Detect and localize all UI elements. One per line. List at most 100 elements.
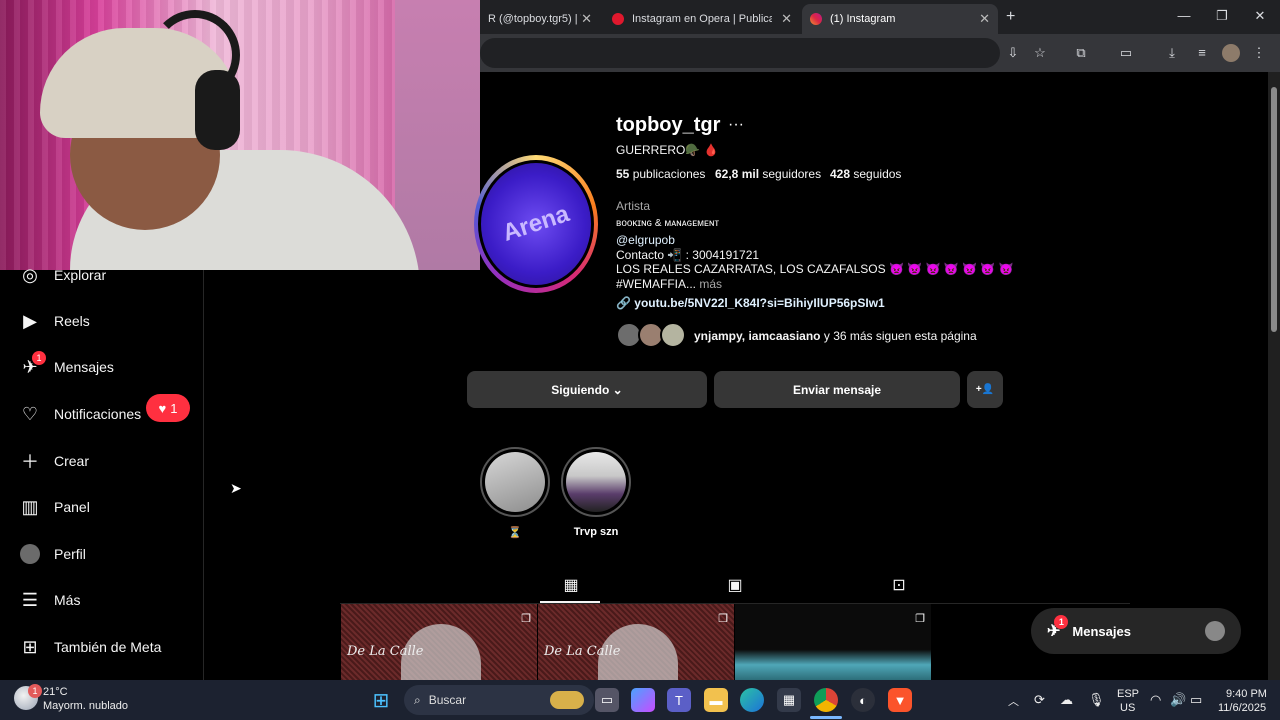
language-bottom[interactable]: US <box>1120 702 1135 714</box>
sidebar-item-label: Mensajes <box>54 359 114 375</box>
taskbar-search[interactable]: ⌕ Buscar <box>404 685 594 715</box>
avatar-text: Arena <box>499 200 573 247</box>
weather-temp[interactable]: 21°C <box>43 686 68 698</box>
highlight-item[interactable] <box>480 447 550 517</box>
address-bar[interactable] <box>480 38 1000 68</box>
close-tab-icon[interactable]: ✕ <box>581 11 592 27</box>
clock-time[interactable]: 9:40 PM <box>1226 688 1267 700</box>
tab-title: R (@topboy.tgr5) | T <box>488 13 582 25</box>
file-explorer-icon[interactable]: ▬ <box>704 688 728 712</box>
wifi-icon[interactable]: ◠ <box>1150 692 1161 708</box>
grid-post[interactable]: De La Calle ❐ <box>341 604 537 680</box>
notification-pill[interactable]: ♥ 1 <box>146 394 190 422</box>
sidebar-item-perfil[interactable]: Perfil <box>18 539 86 569</box>
following-button[interactable]: Siguiendo ⌄ <box>467 371 707 408</box>
heart-icon: ♡ <box>21 403 39 424</box>
grid-post[interactable]: ❐ <box>735 604 931 680</box>
sidebar-item-label: Más <box>54 592 81 608</box>
copilot-icon[interactable] <box>631 688 655 712</box>
task-view-icon[interactable]: ▭ <box>595 688 619 712</box>
store-icon[interactable]: ▦ <box>777 688 801 712</box>
plus-icon: ＋ <box>21 452 39 472</box>
edge-icon[interactable] <box>740 688 764 712</box>
posts-grid-tab-icon[interactable]: ▦ <box>561 575 581 595</box>
highlight-label: Trvp szn <box>573 526 619 538</box>
sidebar-item-label: Perfil <box>54 546 86 562</box>
sync-icon[interactable]: ⟳ <box>1034 692 1045 708</box>
sidebar-item-label: Panel <box>54 499 90 515</box>
bio-line: #WEMAFFIA... más <box>616 277 723 291</box>
bookmark-star-icon[interactable]: ☆ <box>1031 44 1049 62</box>
battery-icon[interactable]: ▭ <box>1190 692 1202 708</box>
sidebar-item-mensajes[interactable]: ✈ 1 Mensajes <box>18 351 114 382</box>
brave-icon[interactable]: ▼ <box>888 688 912 712</box>
display-name: GUERRERO🪖 🩸 <box>616 143 719 157</box>
tab-title: (1) Instagram <box>830 13 896 25</box>
grid-post[interactable]: De La Calle ❐ <box>538 604 734 680</box>
teams-icon[interactable]: T <box>667 688 691 712</box>
windows-start-icon[interactable]: ⊞ <box>369 688 393 712</box>
sidepanel-icon[interactable]: ▭ <box>1117 44 1135 62</box>
language-top[interactable]: ESP <box>1117 688 1139 700</box>
posts-count: 55 publicaciones <box>616 167 706 181</box>
unread-badge: 1 <box>1054 615 1069 629</box>
chevron-down-icon: ⌄ <box>612 382 623 397</box>
sidebar-item-notificaciones[interactable]: ♡ Notificaciones <box>18 399 141 429</box>
chevron-up-icon[interactable]: ︿ <box>1008 693 1019 709</box>
avatar-icon <box>18 542 42 566</box>
browser-tab[interactable]: Instagram en Opera | Publicar, ✕ <box>604 4 800 34</box>
sidebar-item-label: Notificaciones <box>54 406 142 422</box>
download-icon[interactable]: ⤓ <box>1163 44 1181 62</box>
install-app-icon[interactable]: ⇩ <box>1004 44 1022 62</box>
page-scrollbar[interactable] <box>1268 72 1280 680</box>
followed-by-text[interactable]: ynjampy, iamcaasiano y 36 más siguen est… <box>694 329 977 343</box>
profile-avatar[interactable]: Arena <box>478 160 594 288</box>
carousel-icon: ❐ <box>718 613 728 625</box>
browser-tab-active[interactable]: (1) Instagram ✕ <box>802 4 998 34</box>
extensions-icon[interactable]: ⧉ <box>1072 44 1090 62</box>
floating-messages-button[interactable]: ✈ 1 Mensajes <box>1031 608 1241 654</box>
close-window-icon[interactable]: ✕ <box>1248 8 1272 24</box>
sidebar-item-label: Crear <box>54 453 90 469</box>
volume-icon[interactable]: 🔊 <box>1170 692 1186 708</box>
weather-desc[interactable]: Mayorm. nublado <box>43 700 128 712</box>
profile-avatar-icon[interactable] <box>1222 44 1240 62</box>
sidebar-item-explorar[interactable]: ◎ Explorar <box>18 260 106 290</box>
close-tab-icon[interactable]: ✕ <box>781 11 792 27</box>
bio-mention-link[interactable]: @elgrupob <box>616 233 675 247</box>
sidebar-item-panel[interactable]: ▥ Panel <box>18 492 90 522</box>
kebab-menu-icon[interactable]: ⋮ <box>1250 44 1268 62</box>
following-count[interactable]: 428 seguidos <box>830 167 901 181</box>
sidebar-item-reels[interactable]: ▶ Reels <box>18 306 90 336</box>
new-tab-button[interactable]: + <box>1006 8 1015 26</box>
reels-tab-icon[interactable]: ▣ <box>725 575 745 595</box>
obs-icon[interactable]: ◐ <box>851 688 875 712</box>
sidebar-item-meta[interactable]: ⊞ También de Meta <box>18 632 161 662</box>
opera-favicon-icon <box>612 13 624 25</box>
media-control-icon[interactable]: ≡ <box>1193 44 1211 62</box>
highlight-item[interactable] <box>561 447 631 517</box>
close-tab-icon[interactable]: ✕ <box>979 11 990 27</box>
sidebar-item-crear[interactable]: ＋ Crear <box>18 446 89 476</box>
chrome-icon[interactable] <box>814 688 838 712</box>
minimize-icon[interactable]: — <box>1172 8 1196 23</box>
scrollbar-thumb[interactable] <box>1271 87 1277 332</box>
browser-tab[interactable]: R (@topboy.tgr5) | T ✕ <box>480 4 600 34</box>
search-icon: ⌕ <box>414 692 421 707</box>
avatar <box>1205 621 1225 641</box>
more-options-icon[interactable]: ··· <box>728 116 744 134</box>
bio-contact: Contacto 📲 : 3004191721 <box>616 248 760 262</box>
sidebar-item-mas[interactable]: ☰ Más <box>18 585 81 615</box>
clock-date[interactable]: 11/6/2025 <box>1218 702 1266 714</box>
profile-link[interactable]: 🔗 youtu.be/5NV22l_K84I?si=BihiyIlUP56pSI… <box>616 296 885 310</box>
tagged-tab-icon[interactable]: ⊡ <box>889 575 909 595</box>
instagram-favicon-icon <box>810 13 822 25</box>
add-person-icon[interactable]: +👤 <box>967 371 1003 408</box>
bio-line: ʙᴏᴏᴋɪɴɢ & ᴍᴀɴᴀɢᴇᴍᴇɴᴛ <box>616 218 720 229</box>
microphone-icon[interactable]: 🎙 <box>1088 692 1105 708</box>
cloud-icon[interactable]: ☁ <box>1060 692 1073 708</box>
followers-count[interactable]: 62,8 mil seguidores <box>715 167 821 181</box>
bio-more-link[interactable]: más <box>699 277 722 291</box>
send-message-button[interactable]: Enviar mensaje <box>714 371 960 408</box>
maximize-icon[interactable]: ❐ <box>1210 8 1234 24</box>
